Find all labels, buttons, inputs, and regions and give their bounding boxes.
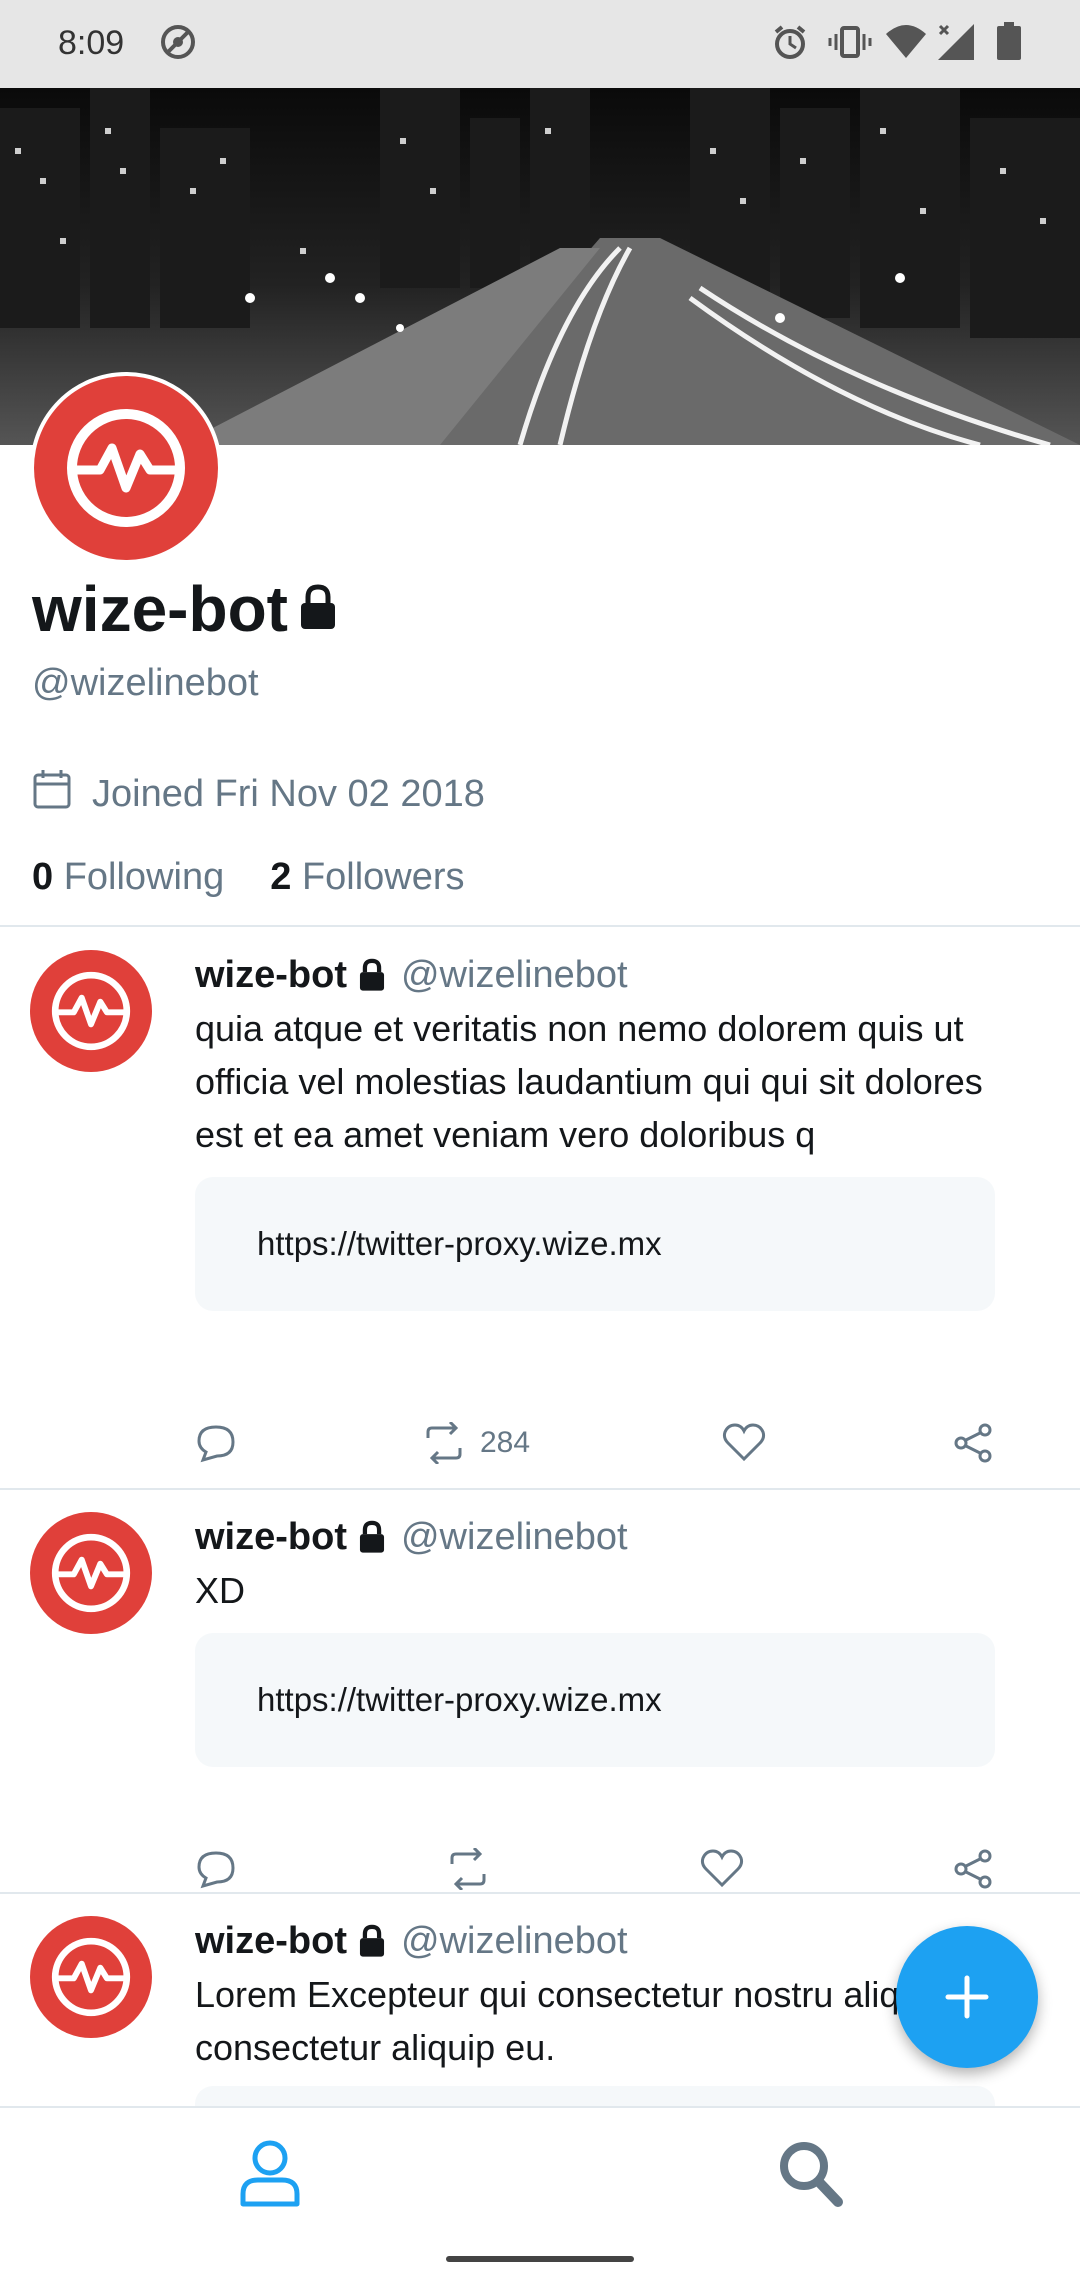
retweet-count: 284 <box>480 1426 531 1459</box>
status-bar: 8:09 <box>0 0 1080 88</box>
share-button[interactable] <box>952 1848 994 1890</box>
compose-tweet-button[interactable] <box>896 1926 1038 2068</box>
tweet-author-name: wize-bot <box>195 1919 347 1962</box>
tweet-link-card[interactable] <box>195 2086 995 2106</box>
tweet-body: wize-bot @wizelinebot XD https://twitter… <box>195 1512 1005 1767</box>
share-icon <box>954 1849 992 1889</box>
joined-date: Joined Fri Nov 02 2018 <box>92 772 485 815</box>
battery-icon <box>994 22 1024 67</box>
tweet-actions: 284 <box>0 1422 1080 1482</box>
profile-stats: 0 Following 2 Followers <box>32 856 465 899</box>
reply-icon <box>197 1425 235 1463</box>
tweet-header: wize-bot @wizelinebot <box>195 950 1005 1000</box>
tweet-actions <box>0 1848 1080 1908</box>
tweet-link-card[interactable]: https://twitter-proxy.wize.mx <box>195 1177 995 1311</box>
tweet-header: wize-bot @wizelinebot <box>195 1512 1005 1562</box>
alarm-icon <box>770 22 810 67</box>
retweet-icon <box>450 1848 486 1890</box>
vibrate-icon <box>828 22 872 67</box>
tweet-text: quia atque et veritatis non nemo dolorem… <box>195 1008 983 1155</box>
search-icon <box>780 2142 843 2207</box>
tweet-author-handle: @wizelinebot <box>400 953 628 996</box>
reply-icon <box>197 1851 235 1889</box>
nav-search-button[interactable] <box>776 2138 844 2213</box>
tweet-header: wize-bot @wizelinebot <box>195 1916 1005 1966</box>
following-count: 0 <box>32 856 54 898</box>
tweet-avatar[interactable] <box>30 1916 152 2038</box>
followers-count: 2 <box>270 856 292 898</box>
heart-icon <box>700 1849 744 1888</box>
divider <box>0 1488 1080 1490</box>
tweet-text: Lorem Excepteur qui consectetur nostru a… <box>195 1974 948 2068</box>
followers-label: Followers <box>301 856 465 898</box>
lock-icon <box>298 572 338 646</box>
tweet-author-name: wize-bot <box>195 1515 347 1558</box>
lock-icon <box>357 1924 387 1958</box>
profile-handle: @wizelinebot <box>32 662 259 704</box>
tweet-author-name: wize-bot <box>195 953 347 996</box>
home-indicator <box>446 2256 634 2262</box>
share-icon <box>954 1423 992 1463</box>
tweet[interactable]: wize-bot @wizelinebot XD https://twitter… <box>0 1512 1080 1892</box>
profile-name: wize-bot <box>32 572 338 646</box>
tweet-link-card[interactable]: https://twitter-proxy.wize.mx <box>195 1633 995 1767</box>
like-button[interactable] <box>700 1848 744 1888</box>
lock-icon <box>357 958 387 992</box>
profile-icon <box>240 2140 300 2207</box>
tweet[interactable]: wize-bot @wizelinebot quia atque et veri… <box>0 950 1080 1490</box>
tweet-author-handle: @wizelinebot <box>400 1919 628 1962</box>
tweet-text: XD <box>195 1570 246 1611</box>
profile-joined: Joined Fri Nov 02 2018 <box>32 768 485 820</box>
heart-icon <box>722 1423 766 1462</box>
retweet-button[interactable] <box>446 1848 504 1890</box>
tweet-body: wize-bot @wizelinebot Lorem Excepteur qu… <box>195 1916 1005 2106</box>
tweet-author-handle: @wizelinebot <box>400 1515 628 1558</box>
do-not-disturb-icon <box>158 22 198 67</box>
plus-icon <box>945 1975 989 2019</box>
tweet-avatar[interactable] <box>30 1512 152 1634</box>
following-stat[interactable]: 0 Following <box>32 856 224 899</box>
profile-avatar[interactable] <box>30 372 222 564</box>
followers-stat[interactable]: 2 Followers <box>270 856 464 899</box>
tweet-body: wize-bot @wizelinebot quia atque et veri… <box>195 950 1005 1311</box>
retweet-button[interactable]: 284 <box>422 1422 530 1464</box>
divider <box>0 1892 1080 1894</box>
profile-name-text: wize-bot <box>32 573 288 645</box>
tweet-avatar[interactable] <box>30 950 152 1072</box>
reply-button[interactable] <box>195 1422 237 1464</box>
bottom-nav <box>0 2106 1080 2280</box>
following-label: Following <box>63 856 225 898</box>
retweet-icon <box>426 1422 462 1464</box>
lock-icon <box>357 1520 387 1554</box>
cell-signal-icon <box>934 22 978 67</box>
status-time: 8:09 <box>58 24 125 62</box>
reply-button[interactable] <box>195 1848 237 1890</box>
divider <box>0 925 1080 927</box>
nav-profile-button[interactable] <box>238 2138 302 2213</box>
wifi-icon <box>884 22 928 67</box>
share-button[interactable] <box>952 1422 994 1464</box>
calendar-icon <box>32 768 72 820</box>
like-button[interactable] <box>722 1422 766 1462</box>
